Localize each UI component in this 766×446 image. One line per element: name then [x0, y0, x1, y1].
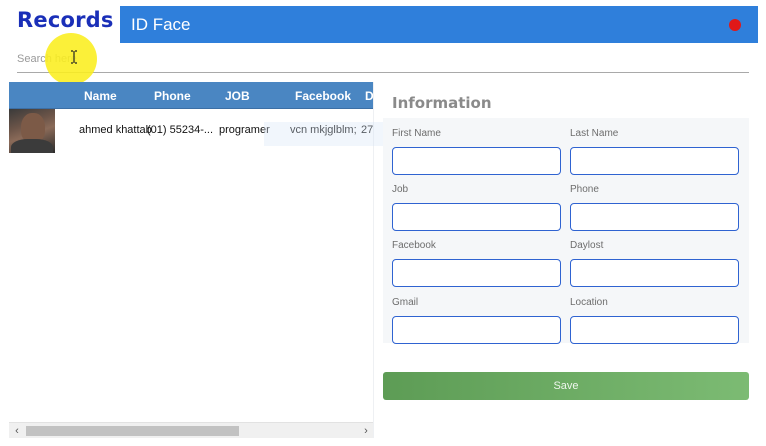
facebook-field[interactable]	[392, 259, 561, 287]
column-header-facebook[interactable]: Facebook	[295, 89, 351, 103]
first-name-label: First Name	[392, 128, 441, 139]
records-title: Records	[17, 8, 114, 32]
information-heading: Information	[392, 94, 492, 112]
phone-field[interactable]	[570, 203, 739, 231]
records-grid: Name Phone JOB Facebook D ahmed khattab …	[9, 82, 374, 438]
title-bar: ID Face	[120, 6, 758, 43]
cell-d: 27	[361, 124, 374, 136]
first-name-field[interactable]	[392, 147, 561, 175]
cell-facebook: vcn mkjglblm;	[290, 124, 357, 136]
location-label: Location	[570, 297, 608, 308]
location-field[interactable]	[570, 316, 739, 344]
column-header-name[interactable]: Name	[84, 89, 117, 103]
daylost-label: Daylost	[570, 240, 604, 251]
search-input[interactable]	[17, 50, 317, 68]
scrollbar-thumb[interactable]	[26, 426, 239, 436]
search-bar	[17, 46, 749, 73]
gmail-field[interactable]	[392, 316, 561, 344]
last-name-label: Last Name	[570, 128, 619, 139]
table-row[interactable]: ahmed khattab (01) 55234-... programer v…	[9, 109, 374, 153]
save-button[interactable]: Save	[383, 372, 749, 400]
gmail-label: Gmail	[392, 297, 419, 308]
app-title: ID Face	[131, 15, 191, 34]
column-header-job[interactable]: JOB	[225, 89, 250, 103]
information-form: First Name Last Name Job Phone Facebook …	[383, 118, 749, 344]
job-field[interactable]	[392, 203, 561, 231]
last-name-field[interactable]	[570, 147, 739, 175]
horizontal-scrollbar[interactable]: ‹ ›	[9, 422, 373, 438]
grid-header: Name Phone JOB Facebook D	[9, 82, 373, 109]
column-header-d[interactable]: D	[365, 89, 373, 103]
cell-job: programer	[219, 124, 270, 136]
job-label: Job	[392, 184, 409, 195]
close-icon[interactable]	[729, 19, 741, 31]
daylost-field[interactable]	[570, 259, 739, 287]
scroll-right-icon[interactable]: ›	[359, 424, 373, 438]
cell-phone: (01) 55234-...	[147, 124, 214, 136]
column-header-phone[interactable]: Phone	[154, 89, 191, 103]
scroll-left-icon[interactable]: ‹	[10, 424, 24, 438]
information-panel: Information First Name Last Name Job Pho…	[383, 82, 749, 438]
facebook-label: Facebook	[392, 240, 436, 251]
person-photo	[9, 109, 55, 153]
phone-label: Phone	[570, 184, 599, 195]
